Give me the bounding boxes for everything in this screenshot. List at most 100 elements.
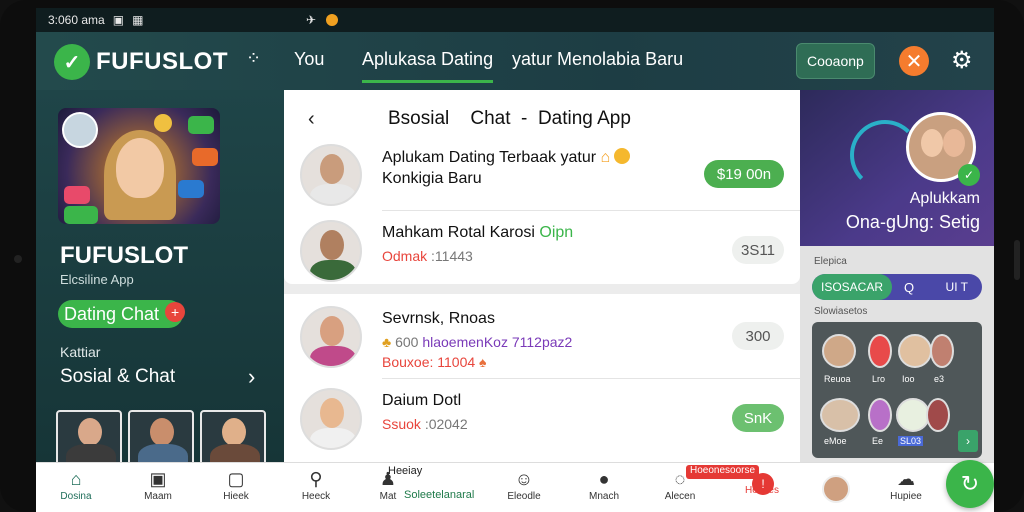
- avatar: [300, 220, 362, 282]
- list-item[interactable]: Aplukam Dating Terbaak yatur ⌂ Konkigia …: [284, 136, 800, 212]
- airplane-icon: ✈: [306, 13, 317, 27]
- bottom-nav-item[interactable]: ● Mnach: [574, 469, 634, 502]
- profile-grid: Reuoa Lro Ioo e3 eMoe Ee SL03 ›: [812, 322, 982, 458]
- filter-toggle[interactable]: ISOSACAR Q UI T: [812, 274, 982, 300]
- list-item-subtitle: Ssuok :02042: [382, 416, 468, 432]
- chevron-left-icon[interactable]: ‹: [308, 108, 315, 131]
- share-icon[interactable]: ⁘: [246, 48, 261, 69]
- section-label: Slowiasetos: [814, 306, 868, 317]
- avatar[interactable]: [868, 334, 892, 368]
- list-item[interactable]: Mahkam Rotal Karosi Oipn Odmak :11443 3S…: [284, 212, 800, 288]
- profile-thumb[interactable]: [56, 410, 122, 466]
- list-item-title-line2: Konkigia Baru: [382, 170, 482, 187]
- grid-label: Lro: [872, 374, 886, 384]
- list-item-title: Sevrnsk, Rnoas: [382, 310, 495, 327]
- avatar[interactable]: [930, 334, 954, 368]
- close-icon[interactable]: ✕: [899, 46, 929, 76]
- count-pill[interactable]: 3S11: [732, 236, 784, 264]
- price-pill[interactable]: $19 00n: [704, 160, 784, 188]
- chevron-right-icon[interactable]: ›: [248, 364, 255, 390]
- bottom-nav-item[interactable]: ⌂ Dosina: [46, 469, 106, 502]
- list-item[interactable]: Daium Dotl Ssuok :02042 SnK: [284, 380, 800, 456]
- dating-chat-button[interactable]: Dating Chat +: [58, 300, 186, 328]
- bottom-nav-item[interactable]: Hocnes: [732, 485, 792, 496]
- side-button: [1014, 240, 1020, 280]
- bottom-nav-item[interactable]: ◌ Alecen: [650, 469, 710, 502]
- gear-icon[interactable]: ⚙: [951, 46, 973, 75]
- device-frame: 3:060 ama ▣ ▦ ✈ ☺ ▧ ◠ ▂▄▆ 13363 ✓ FUFUSL…: [0, 0, 1024, 512]
- bottom-nav-item[interactable]: ☁ Hupiee: [876, 469, 936, 502]
- profile-thumb[interactable]: [200, 410, 266, 466]
- center-panel: ‹ Bsosial Chat - Dating App Aplukam Dati…: [284, 90, 800, 462]
- bottom-nav-item[interactable]: ▣ Maam: [128, 469, 188, 502]
- grid-label: Reuoa: [824, 374, 851, 384]
- hero-avatar: [62, 112, 98, 148]
- avatar: [300, 388, 362, 450]
- calendar-icon: ▢: [227, 469, 245, 489]
- app-list-card: ‹ Bsosial Chat - Dating App Aplukam Dati…: [284, 90, 800, 284]
- app-notification-icon: [326, 14, 339, 26]
- refresh-fab-button[interactable]: ↻: [946, 460, 994, 508]
- list-item[interactable]: Sevrnsk, Rnoas ♣ 600 hlaoemenKoz 7112paz…: [284, 298, 800, 374]
- section-label: Elepica: [814, 256, 847, 267]
- bottom-nav: ⌂ Dosina ▣ Maam ▢ Hieek ⚲ Heeck Heeiay ♟…: [36, 462, 994, 512]
- promo-line-2: Ona-gUng: Setig: [845, 212, 980, 232]
- screen: 3:060 ama ▣ ▦ ✈ ☺ ▧ ◠ ▂▄▆ 13363 ✓ FUFUSL…: [36, 8, 994, 512]
- dating-chat-label: Dating Chat: [64, 303, 160, 324]
- chevron-right-icon[interactable]: ›: [958, 430, 978, 452]
- user-avatar[interactable]: [822, 475, 850, 503]
- keyboard-icon: ▣: [112, 13, 125, 27]
- avatar[interactable]: [868, 398, 892, 432]
- chat-icon: ●: [598, 469, 610, 489]
- grid-label: e3: [934, 374, 945, 384]
- person-icon: ♟: [379, 469, 397, 489]
- left-panel-subtitle: Elcsiline App: [60, 272, 134, 287]
- app-header: ✓ FUFUSLOT ⁘ You Aplukasa Dating yatur M…: [36, 32, 994, 90]
- status-pill[interactable]: SnK: [732, 404, 784, 432]
- hero-image: [58, 108, 220, 224]
- avatar[interactable]: [822, 334, 856, 368]
- status-bar: 3:060 ama ▣ ▦ ✈ ☺ ▧ ◠ ▂▄▆ 13363: [36, 8, 994, 462]
- nav-mid-label: Soleetelanaral: [404, 489, 475, 501]
- camera-dot: [14, 255, 22, 263]
- bottom-nav-item[interactable]: ▢ Hieek: [206, 469, 266, 502]
- plus-icon: +: [165, 302, 186, 322]
- search-icon: ⚲: [309, 469, 323, 489]
- count-pill[interactable]: 300: [732, 322, 784, 350]
- avatar[interactable]: [898, 334, 932, 368]
- notification-icon: ▦: [132, 13, 144, 27]
- nav-menolabia-baru[interactable]: yatur Menolabia Baru: [512, 49, 683, 70]
- category-label: Kattiar: [60, 344, 101, 360]
- left-panel-title: FUFUSLOT: [60, 242, 188, 269]
- list-item-title: Mahkam Rotal Karosi Oipn: [382, 224, 574, 241]
- avatar[interactable]: [820, 398, 860, 432]
- bottom-nav-item[interactable]: ⚲ Heeck: [286, 469, 346, 502]
- home-icon: ⌂: [70, 469, 82, 489]
- status-time: 3:060 ama: [48, 13, 105, 27]
- grid-label: eMoe: [824, 436, 847, 446]
- toggle-q[interactable]: Q: [904, 280, 914, 295]
- bell-icon: ◌: [674, 469, 686, 489]
- left-panel: FUFUSLOT Elcsiline App Dating Chat + Kat…: [36, 90, 284, 466]
- check-icon: ✓: [958, 164, 980, 186]
- promo-banner[interactable]: ✓ Aplukkam Ona-gUng: Setig: [800, 90, 994, 246]
- promo-line-1: Aplukkam: [909, 190, 980, 207]
- bottom-nav-item[interactable]: ☺ Eleodle: [494, 469, 554, 502]
- toggle-active[interactable]: ISOSACAR: [812, 274, 892, 300]
- face-icon: ☺: [514, 469, 534, 489]
- avatar[interactable]: [926, 398, 950, 432]
- list-item-title: Daium Dotl: [382, 392, 462, 409]
- avatar: [300, 144, 362, 206]
- avatar[interactable]: [896, 398, 930, 432]
- profile-thumb[interactable]: [128, 410, 194, 466]
- cloud-icon: ☁: [897, 469, 915, 489]
- nav-you[interactable]: You: [294, 49, 324, 70]
- center-title: Bsosial Chat - Dating App: [388, 108, 631, 129]
- toggle-ui[interactable]: UI T: [946, 280, 968, 294]
- grid-label: Ioo: [902, 374, 915, 384]
- category-value[interactable]: Sosial & Chat: [60, 366, 175, 388]
- grid-label: Ee: [872, 436, 884, 446]
- list-item-subtitle: ♣ 600 hlaoemenKoz 7112paz2: [382, 334, 573, 350]
- nav-aplukasa-dating[interactable]: Aplukasa Dating: [362, 49, 494, 83]
- header-action-button[interactable]: Cooaonp: [796, 43, 875, 79]
